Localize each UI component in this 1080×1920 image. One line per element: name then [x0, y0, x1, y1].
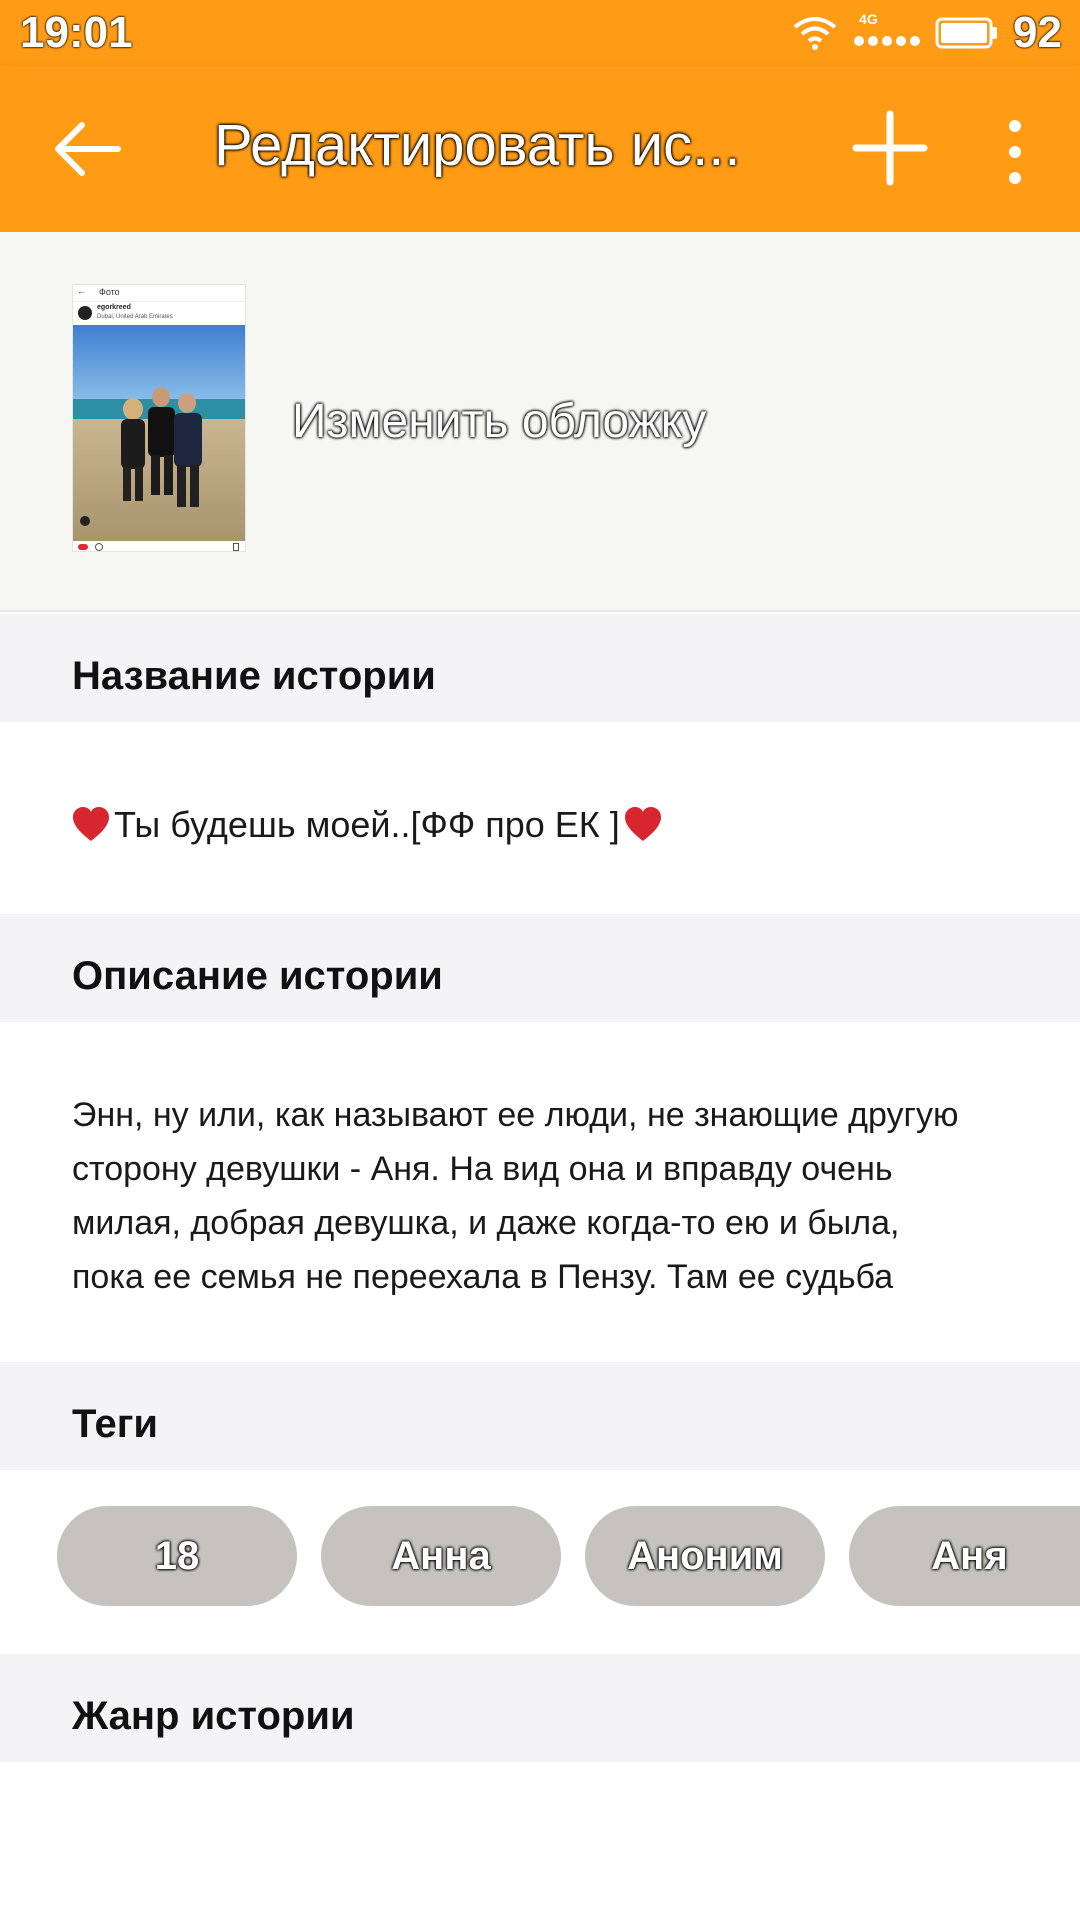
app-toolbar: Редактировать ис...: [0, 66, 1080, 232]
story-description-header-label: Описание истории: [72, 954, 443, 998]
story-name-value: Ты будешь моей..[ФФ про ЕК ]: [114, 804, 620, 845]
thumb-comment-icon: [95, 543, 103, 551]
description-line: Энн, ну или, как называют ее люди, не зн…: [72, 1096, 959, 1134]
thumb-avatar: [78, 306, 92, 320]
thumb-heart-icon: [78, 544, 88, 550]
thumb-photo: [73, 325, 245, 541]
genre-header-label: Жанр истории: [72, 1694, 355, 1738]
plus-icon[interactable]: [850, 108, 930, 188]
page-title: Редактировать ис...: [214, 113, 741, 178]
arrow-back-icon[interactable]: [48, 110, 126, 188]
thumb-bookmark-icon: [233, 543, 239, 551]
change-cover-label[interactable]: Изменить обложку: [292, 394, 706, 449]
battery-level: 92: [1013, 8, 1062, 57]
tags-header: Теги: [0, 1362, 1080, 1470]
thumb-back-icon: ←: [77, 286, 86, 296]
signal-icon: 4G: [851, 11, 921, 53]
thumb-username: egorkreed: [97, 304, 131, 311]
status-bar: 19:01 4G 92: [0, 0, 1080, 66]
status-icons: 4G 92: [793, 8, 1062, 58]
tag-label: Аня: [931, 1533, 1008, 1578]
heart-icon: [624, 807, 661, 841]
tag-label: Аноним: [627, 1533, 783, 1578]
cover-thumbnail[interactable]: ← Фото egorkreed Dubai, United Arab Emir…: [72, 284, 246, 552]
story-name-field[interactable]: Ты будешь моей..[ФФ про ЕК ]: [72, 804, 662, 846]
status-time: 19:01: [20, 8, 133, 57]
tag-label: Анна: [391, 1533, 491, 1578]
tags-header-label: Теги: [72, 1402, 158, 1446]
more-vertical-icon[interactable]: [990, 112, 1040, 192]
tag-chip[interactable]: Аноним: [585, 1506, 825, 1606]
tag-label: 18: [154, 1533, 200, 1578]
heart-icon: [73, 807, 109, 841]
tag-chip[interactable]: Аня: [849, 1506, 1080, 1606]
description-line: милая, добрая девушка, и даже когда-то е…: [72, 1204, 900, 1242]
story-name-header: Название истории: [0, 614, 1080, 722]
thumb-user-row: egorkreed Dubai, United Arab Emirates: [73, 301, 245, 325]
description-line: сторону девушки - Аня. На вид она и впра…: [72, 1150, 893, 1188]
genre-header: Жанр истории: [0, 1654, 1080, 1762]
thumb-location: Dubai, United Arab Emirates: [97, 314, 173, 320]
description-line: пока ее семья не переехала в Пензу. Там …: [72, 1258, 894, 1296]
thumb-actions: [73, 541, 245, 551]
tags-list: 18 Анна Аноним Аня: [0, 1506, 1080, 1610]
story-name-header-label: Название истории: [72, 654, 436, 698]
wifi-icon: [793, 17, 837, 50]
thumb-screen-title: Фото: [99, 287, 120, 297]
story-description-header: Описание истории: [0, 914, 1080, 1022]
story-description-field[interactable]: Энн, ну или, как называют ее люди, не зн…: [72, 1088, 1032, 1304]
thumb-header: ← Фото: [73, 285, 245, 301]
tag-chip[interactable]: Анна: [321, 1506, 561, 1606]
cover-section[interactable]: ← Фото egorkreed Dubai, United Arab Emir…: [0, 232, 1080, 612]
tag-chip[interactable]: 18: [57, 1506, 297, 1606]
battery-icon: [935, 17, 998, 49]
